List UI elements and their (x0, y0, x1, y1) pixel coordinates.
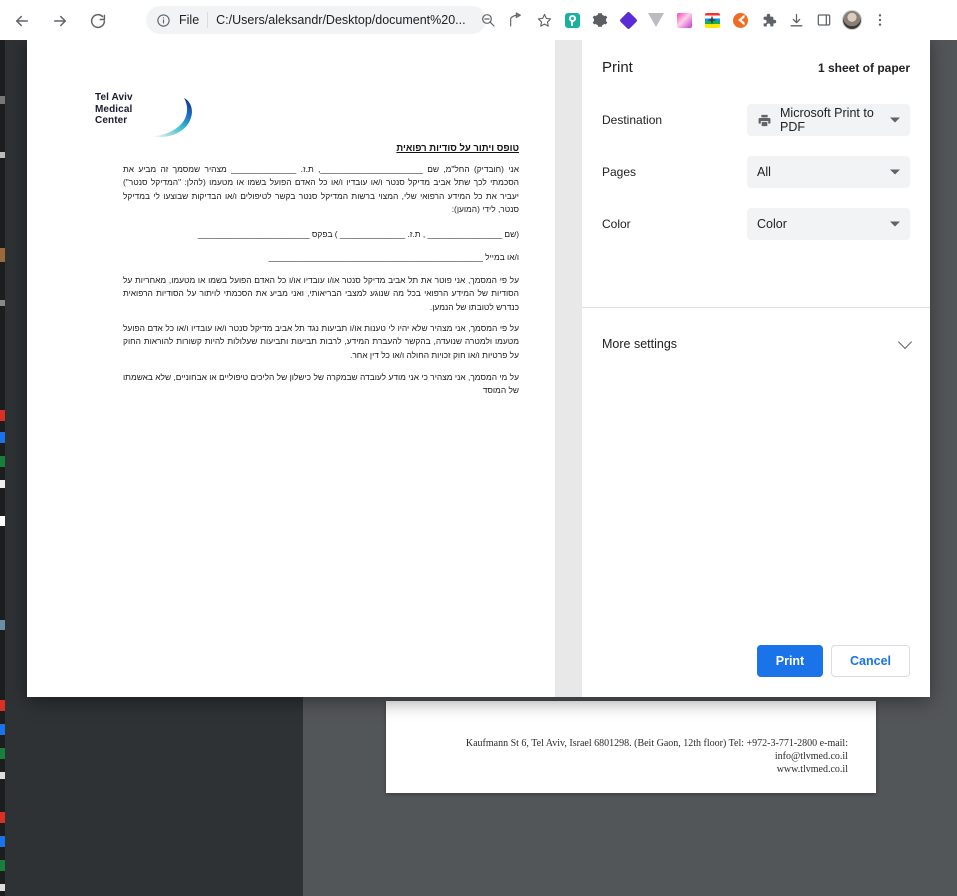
document-paragraph-1: אני (חובדיק) החל"מ, שם _________________… (123, 164, 519, 215)
document-paragraph-3: ו/או במייל _____________________________… (268, 252, 519, 262)
url-text[interactable]: C:/Users/aleksandr/Desktop/document%20..… (216, 13, 465, 27)
sheet-count-label: 1 sheet of paper (817, 61, 910, 75)
destination-value: Microsoft Print to PDF (780, 106, 874, 134)
reload-icon[interactable] (84, 7, 112, 35)
toolbar-icons (474, 6, 894, 34)
extension-v-icon[interactable] (642, 6, 670, 34)
document-paragraph-6: על מי המסמך, אני מצהיר כי אני מודע לעובד… (123, 372, 519, 396)
pages-value: All (757, 165, 771, 179)
address-bar[interactable]: File C:/Users/aleksandr/Desktop/document… (146, 6, 486, 34)
print-dialog: Tel Aviv Medical Center טופס ויתור על סו… (27, 35, 930, 697)
document-preview-pane[interactable]: Tel Aviv Medical Center טופס ויתור על סו… (27, 35, 555, 697)
chevron-down-icon-pages (890, 169, 900, 175)
preview-page-2-footer-line-3: www.tlvmed.co.il (776, 764, 848, 775)
profile-avatar[interactable] (838, 6, 866, 34)
preview-page-2-footer-line-2: info@tlvmed.co.il (774, 751, 848, 762)
more-settings-toggle[interactable]: More settings (602, 327, 913, 361)
setting-row-color: Color Color (602, 198, 910, 250)
more-settings-label: More settings (602, 337, 678, 351)
setting-row-destination: Destination Microsoft Print to PDF (602, 94, 910, 146)
omnibox-divider (207, 12, 209, 28)
extension-gear-icon[interactable] (586, 6, 614, 34)
document-title: טופס ויתור על סודיות רפואית (396, 143, 519, 154)
info-circle-icon[interactable] (156, 13, 171, 28)
browser-toolbar: File C:/Users/aleksandr/Desktop/document… (0, 0, 957, 40)
extension-colorpicker-icon[interactable] (698, 6, 726, 34)
destination-select[interactable]: Microsoft Print to PDF (747, 104, 910, 136)
navigation-buttons (8, 8, 112, 34)
preview-page-2-footer: Kaufmann St 6, Tel Aviv, Israel 6801298.… (466, 737, 848, 776)
screen: Kaufmann St 6, Tel Aviv, Israel 6801298.… (0, 0, 957, 896)
share-icon[interactable] (502, 6, 530, 34)
color-label: Color (602, 217, 631, 231)
extension-orange-icon[interactable] (726, 6, 754, 34)
document-paragraph-2: (שם ________________ , ת.ז. ____________… (197, 229, 519, 239)
cancel-button[interactable]: Cancel (831, 645, 910, 677)
destination-label: Destination (602, 113, 663, 127)
settings-divider (582, 307, 930, 308)
print-dialog-title: Print (602, 59, 633, 76)
preview-page-2-footer-line-1: Kaufmann St 6, Tel Aviv, Israel 6801298.… (465, 738, 848, 749)
extensions-puzzle-icon[interactable] (754, 6, 782, 34)
pages-select[interactable]: All (747, 156, 910, 188)
chevron-down-icon (897, 334, 913, 349)
chevron-down-icon-color (890, 221, 900, 227)
print-settings-pane: Print 1 sheet of paper Destination Micro… (582, 35, 930, 697)
pages-label: Pages (602, 165, 637, 179)
color-value: Color (757, 217, 787, 231)
color-select[interactable]: Color (747, 208, 910, 240)
tab-strip (0, 0, 957, 3)
extension-teal-icon[interactable] (558, 6, 586, 34)
printer-icon (757, 113, 772, 128)
chrome-menu-icon[interactable] (866, 6, 894, 34)
document-paragraph-5: על פי המסמך, אני מצהיר שלא יהיו לי טענות… (123, 323, 519, 360)
document-paragraph-4: על פי המסמך, אני פוטר את תל אביב מדיקל ס… (123, 275, 519, 312)
back-arrow-icon[interactable] (8, 7, 36, 35)
chevron-down-icon-destination (890, 117, 900, 123)
url-scheme-label: File (179, 13, 200, 27)
swoosh-logo-icon (152, 98, 192, 138)
forward-arrow-icon[interactable] (46, 7, 74, 35)
print-button[interactable]: Print (757, 645, 823, 677)
dialog-actions: Print Cancel (757, 645, 910, 677)
downloads-icon[interactable] (782, 6, 810, 34)
extension-gradient-icon[interactable] (670, 6, 698, 34)
bookmark-star-icon[interactable] (530, 6, 558, 34)
zoom-out-icon[interactable] (474, 6, 502, 34)
printed-page-1: Tel Aviv Medical Center טופס ויתור על סו… (27, 35, 555, 697)
preview-gutter (555, 35, 582, 697)
print-dialog-header: Print 1 sheet of paper (602, 35, 910, 94)
side-panel-icon[interactable] (810, 6, 838, 34)
extension-diamond-icon[interactable] (614, 6, 642, 34)
tel-aviv-medical-center-logo: Tel Aviv Medical Center (95, 92, 192, 138)
preview-page-2: Kaufmann St 6, Tel Aviv, Israel 6801298.… (386, 701, 876, 793)
setting-row-pages: Pages All (602, 146, 910, 198)
